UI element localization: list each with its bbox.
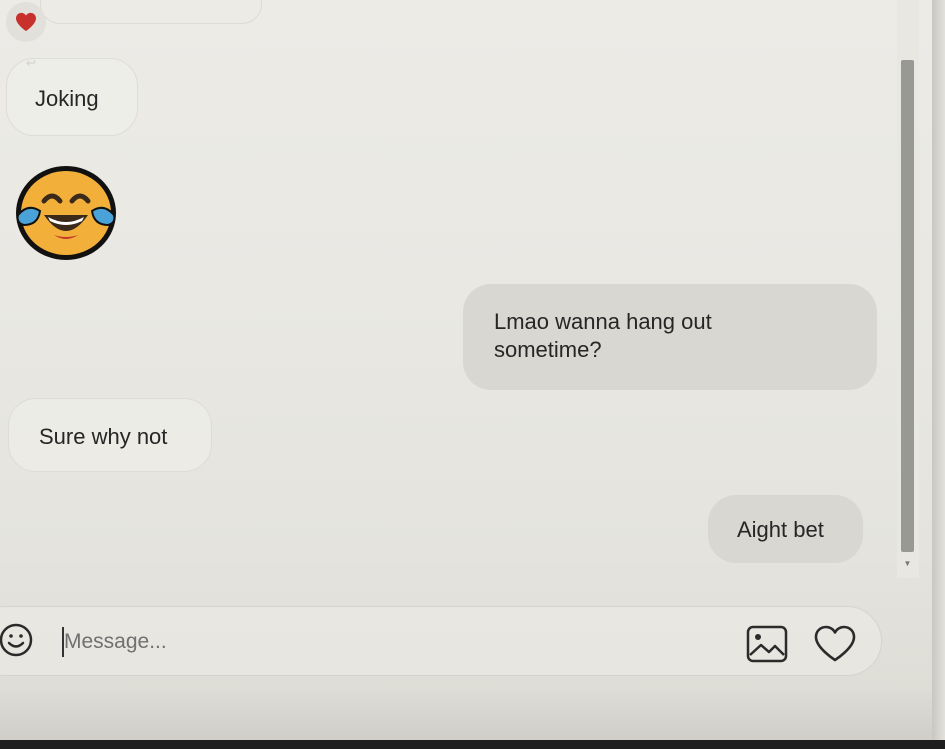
message-text: Joking: [35, 86, 99, 111]
previous-message-bubble: [40, 0, 262, 24]
message-text-line: Lmao wanna hang out: [494, 309, 712, 334]
heart-outline-icon: [814, 625, 856, 662]
message-bubble-outgoing[interactable]: Aight bet: [708, 495, 863, 563]
message-input[interactable]: [64, 626, 664, 658]
face-with-tears-of-joy-icon: [16, 166, 116, 260]
monitor-edge: [932, 0, 945, 749]
monitor-bezel: [0, 740, 945, 749]
send-image-button[interactable]: [746, 625, 788, 663]
like-button[interactable]: [813, 625, 857, 663]
message-text: Sure why not: [39, 424, 168, 449]
scrollbar-thumb[interactable]: [901, 60, 914, 552]
smiley-icon: [0, 623, 33, 657]
heart-reaction[interactable]: [6, 2, 46, 42]
image-icon: [746, 625, 788, 663]
message-bubble-outgoing[interactable]: Lmao wanna hang out sometime?: [463, 284, 877, 390]
window-bottom-area: [0, 690, 932, 740]
scroll-down-arrow-icon[interactable]: ▼: [901, 556, 914, 572]
emoji-picker-button[interactable]: [0, 622, 36, 658]
message-bubble-incoming[interactable]: Sure why not: [8, 398, 212, 472]
message-emoji[interactable]: [14, 165, 118, 268]
message-bubble-incoming[interactable]: Joking: [6, 58, 138, 136]
message-text-line: sometime?: [494, 337, 602, 362]
heart-icon: [16, 12, 36, 32]
message-text: Aight bet: [737, 517, 824, 542]
